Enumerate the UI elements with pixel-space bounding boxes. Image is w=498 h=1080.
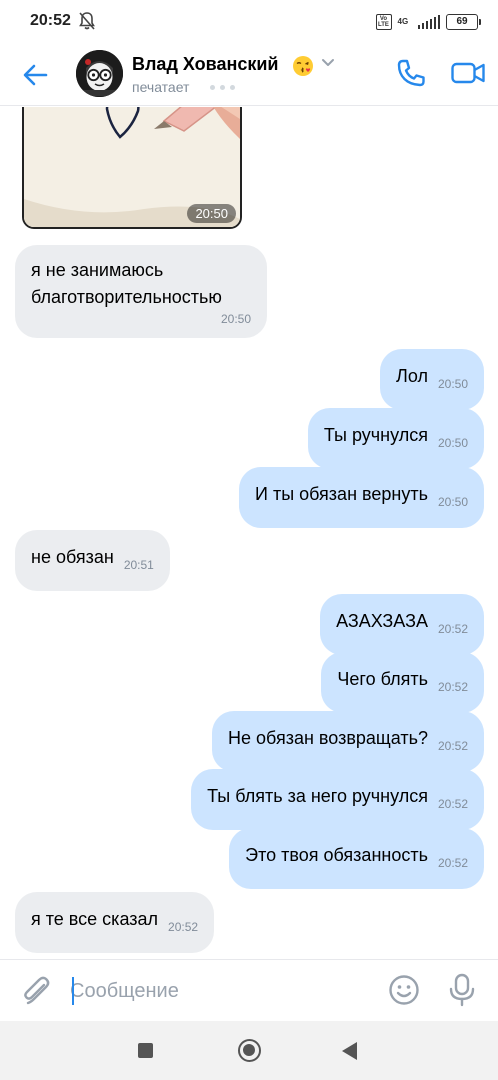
status-time: 20:52 <box>30 12 71 29</box>
message-input[interactable] <box>70 972 370 1010</box>
system-nav-bar <box>0 1021 498 1080</box>
microphone-icon[interactable] <box>447 972 477 1008</box>
phone-icon[interactable] <box>394 56 428 90</box>
message-time: 20:52 <box>437 739 468 753</box>
message-time: 20:50 <box>187 204 236 223</box>
message-bubble-incoming[interactable]: я те все сказал 20:52 <box>15 892 215 953</box>
home-icon[interactable] <box>238 1039 261 1062</box>
message-time: 20:52 <box>437 797 468 811</box>
network-type: 4G <box>397 17 409 26</box>
message-text: Лол <box>396 366 428 386</box>
message-bubble-outgoing[interactable]: Лол 20:50 <box>380 349 484 410</box>
back-arrow-icon[interactable] <box>18 58 52 92</box>
message-bubble-outgoing[interactable]: Ты блять за него ручнулся 20:52 <box>191 769 484 830</box>
message-bubble-incoming[interactable]: я не занимаюсь благотворительностью 20:5… <box>15 245 267 338</box>
avatar[interactable] <box>76 50 123 97</box>
message-bubble-incoming[interactable]: не обязан 20:51 <box>15 530 170 591</box>
smile-icon[interactable] <box>388 974 420 1006</box>
message-time: 20:51 <box>123 558 154 572</box>
message-text: АЗАХЗАЗА <box>336 611 428 631</box>
typing-dots-icon <box>210 85 235 90</box>
kiss-emoji-icon <box>293 56 313 76</box>
message-bubble-outgoing[interactable]: АЗАХЗАЗА 20:52 <box>320 594 484 655</box>
message-text: Не обязан возвращать? <box>228 728 428 748</box>
message-list[interactable]: 20:50 я не занимаюсь благотворительность… <box>0 107 498 959</box>
message-time: 20:50 <box>437 436 468 450</box>
message-text: Ты ручнулся <box>323 425 428 445</box>
battery-icon: 69 <box>446 14 481 30</box>
chevron-down-icon[interactable] <box>320 57 336 69</box>
message-bubble-outgoing[interactable]: Не обязан возвращать? 20:52 <box>212 711 484 772</box>
message-time: 20:52 <box>437 622 468 636</box>
message-text: я не занимаюсь благотворительностью <box>31 260 222 307</box>
message-text: я те все сказал <box>31 909 159 929</box>
message-text: не обязан <box>31 547 114 567</box>
message-time: 20:50 <box>437 377 468 391</box>
typing-status: печатает <box>132 79 190 95</box>
video-camera-icon[interactable] <box>450 57 486 89</box>
status-bar: 20:52 Vo LTE 4G 69 <box>0 0 498 44</box>
message-text: Чего блять <box>337 669 428 689</box>
chat-header: Влад Хованский печатает <box>0 44 498 106</box>
message-time: 20:52 <box>168 920 199 934</box>
text-cursor <box>72 977 74 1005</box>
photo-message[interactable]: 20:50 <box>22 107 242 229</box>
message-bubble-outgoing[interactable]: И ты обязан вернуть 20:50 <box>239 467 484 528</box>
signal-icon <box>417 15 440 29</box>
message-time: 20:50 <box>220 312 251 326</box>
message-bubble-outgoing[interactable]: Ты ручнулся 20:50 <box>307 408 484 469</box>
back-triangle-icon[interactable] <box>342 1042 357 1060</box>
message-text: Это твоя обязанность <box>245 845 428 865</box>
contact-name[interactable]: Влад Хованский <box>132 54 279 75</box>
message-text: И ты обязан вернуть <box>255 484 428 504</box>
volte-icon: Vo LTE <box>375 14 392 30</box>
message-bubble-outgoing[interactable]: Это твоя обязанность 20:52 <box>229 828 484 889</box>
message-time: 20:52 <box>437 856 468 870</box>
message-time: 20:52 <box>437 680 468 694</box>
message-composer <box>0 959 498 1021</box>
bell-muted-icon <box>79 12 95 30</box>
message-time: 20:50 <box>437 495 468 509</box>
message-text: Ты блять за него ручнулся <box>207 786 428 806</box>
message-bubble-outgoing[interactable]: Чего блять 20:52 <box>321 652 484 713</box>
paperclip-icon[interactable] <box>18 973 54 1009</box>
recent-apps-icon[interactable] <box>138 1043 153 1058</box>
